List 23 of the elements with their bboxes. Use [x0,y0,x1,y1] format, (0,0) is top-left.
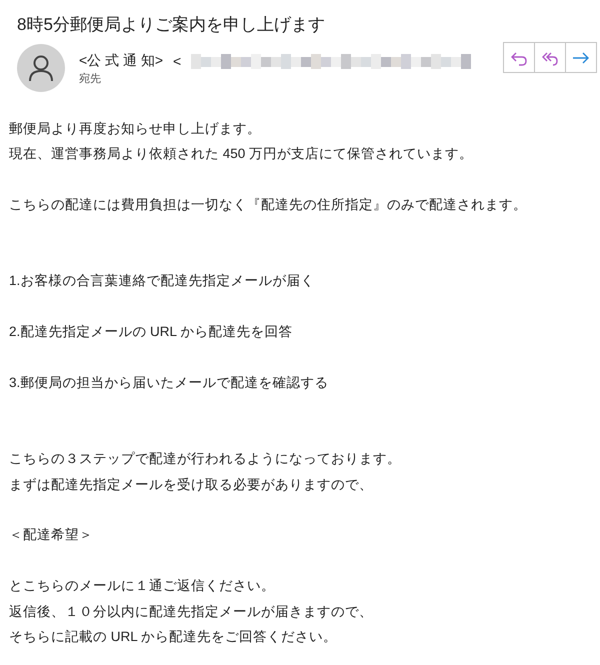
body-text: とこちらのメールに１通ご返信ください。 [9,577,275,596]
body-text: 1.お客様の合言葉連絡で配達先指定メールが届く [9,272,314,290]
recipient-label: 宛先 [79,72,101,86]
avatar-icon [17,44,65,92]
body-text: こちらの３ステップで配達が行われるようになっております。 [9,450,401,468]
reply-button[interactable] [503,42,535,73]
reply-all-button[interactable] [534,42,566,73]
body-text: 返信後、１０分以内に配達先指定メールが届きますので、 [9,602,373,621]
reply-icon [510,50,528,66]
forward-icon [572,50,590,66]
reply-all-icon [541,50,559,66]
body-text: 現在、運営事務局より依頼された 450 万円が支店にて保管されています。 [9,145,474,164]
body-text: ＜配達希望＞ [9,526,93,544]
body-text: こちらの配達には費用負担は一切なく『配達先の住所指定』のみで配達されます。 [9,196,527,214]
sender-address: < [173,53,182,69]
body-text: まずは配達先指定メールを受け取る必要がありますので、 [9,476,373,494]
body-text: 2.配達先指定メールの URL から配達先を回答 [9,323,292,342]
body-text: そちらに記載の URL から配達先をご回答ください。 [9,628,338,646]
body-text: 郵便局より再度お知らせ申し上げます。 [9,120,261,138]
body-text: 3.郵便局の担当から届いたメールで配達を確認する [9,374,328,392]
forward-button[interactable] [565,42,597,73]
sender-name: <公 式 通 知> [79,52,164,70]
email-subject: 8時5分郵便局よりご案内を申し上げます [17,14,325,36]
